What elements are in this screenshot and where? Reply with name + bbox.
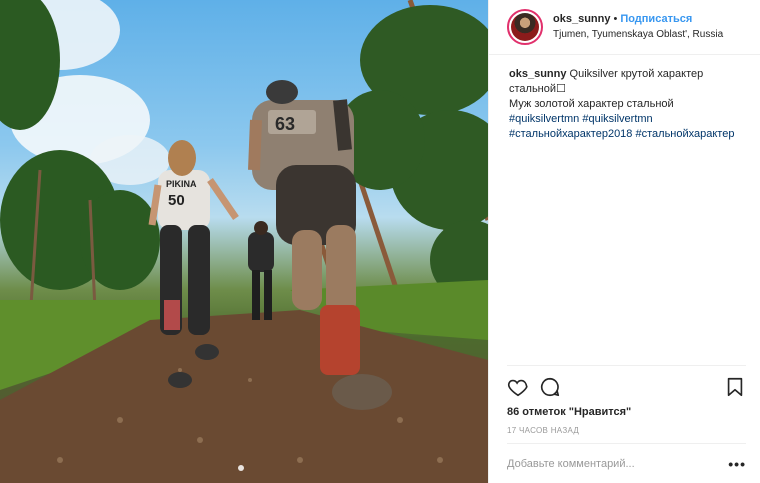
hashtag-link[interactable]: #стальнойхарактер2018 <box>509 128 632 140</box>
hashtag-link[interactable]: #quiksilvertmn <box>509 113 579 125</box>
comment-bar: Добавьте комментарий... ••• <box>507 443 746 483</box>
bib-name: PIKINA <box>166 179 197 189</box>
carousel-indicator <box>238 465 244 471</box>
comment-icon[interactable] <box>539 376 561 398</box>
trail-run-scene: PIKINA 50 63 <box>0 0 488 483</box>
post-photo[interactable]: PIKINA 50 63 <box>0 0 488 483</box>
likes-count[interactable]: 86 отметок "Нравится" <box>507 406 746 418</box>
caption: oks_sunny Quiksilver крутой характер ста… <box>489 55 760 365</box>
more-options-icon[interactable]: ••• <box>728 456 746 472</box>
post-header: oks_sunny • Подписаться Tjumen, Tyumenskay… <box>489 0 760 55</box>
username-link[interactable]: oks_sunny <box>553 13 610 25</box>
bib-number-left: 50 <box>168 192 185 209</box>
action-area: 86 отметок "Нравится" 17 ЧАСОВ НАЗАД <box>507 365 746 443</box>
caption-line-2: Муж золотой характер стальной <box>509 98 674 110</box>
bib-number-front: 63 <box>275 114 295 134</box>
heart-icon[interactable] <box>507 376 529 398</box>
comment-input[interactable]: Добавьте комментарий... <box>507 458 635 470</box>
separator: • <box>613 13 618 25</box>
avatar[interactable] <box>507 9 543 45</box>
bookmark-icon[interactable] <box>724 376 746 398</box>
hashtag-link[interactable]: #стальнойхарактер <box>636 128 735 140</box>
hashtag-link[interactable]: #quiksilvertmn <box>582 113 652 125</box>
caption-emoji-glyph: ☐ <box>556 83 566 95</box>
follow-button[interactable]: Подписаться <box>620 13 692 25</box>
location-link[interactable]: Tjumen, Tyumenskaya Oblast', Russia <box>553 27 723 42</box>
instagram-post: PIKINA 50 63 oks_sunny • Подписаться Tju… <box>0 0 760 483</box>
post-timestamp[interactable]: 17 ЧАСОВ НАЗАД <box>507 426 746 435</box>
caption-username[interactable]: oks_sunny <box>509 68 566 80</box>
post-sidebar: oks_sunny • Подписаться Tjumen, Tyumenskay… <box>488 0 760 483</box>
